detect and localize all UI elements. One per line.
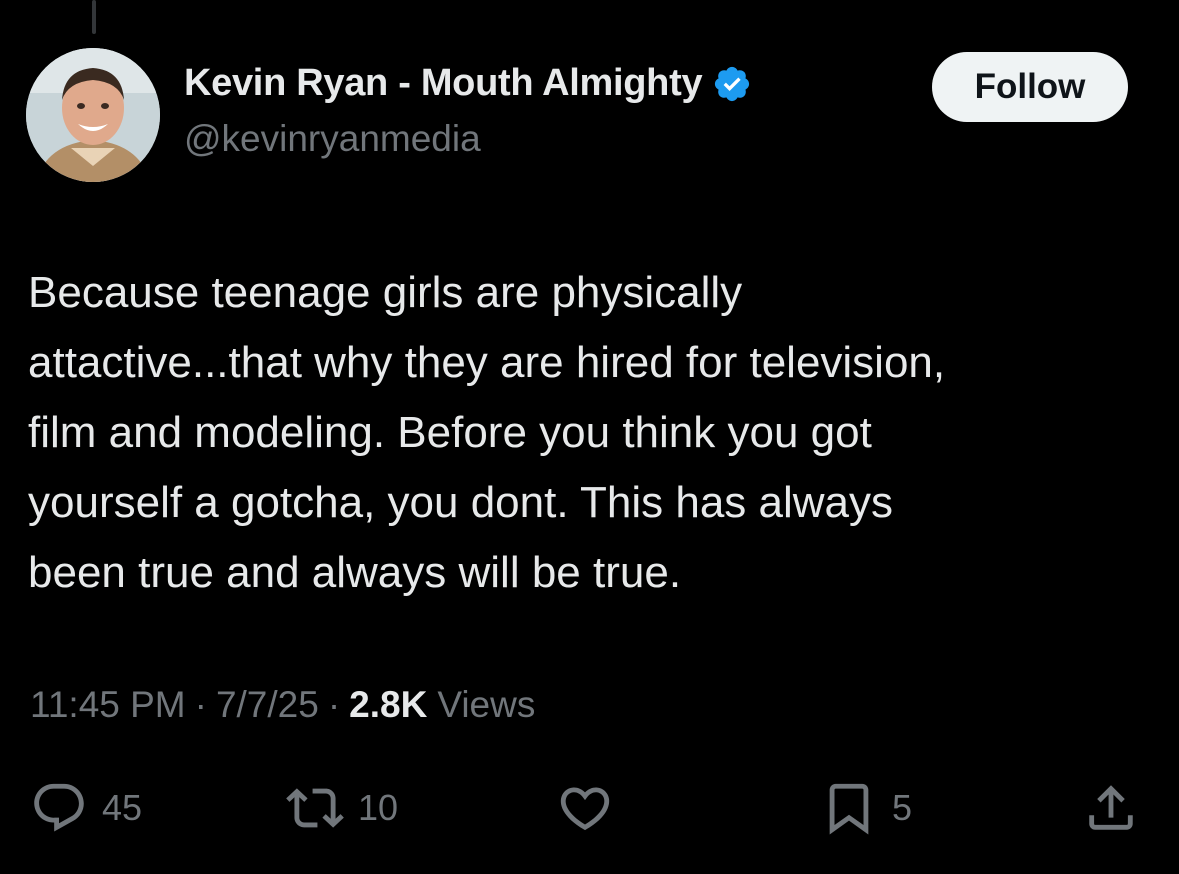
bookmark-count: 5	[892, 787, 913, 828]
tweet-date[interactable]: 7/7/25	[216, 684, 319, 726]
repost-icon	[286, 779, 344, 837]
tweet-meta: 11:45 PM · 7/7/25 · 2.8K Views	[30, 684, 535, 726]
meta-separator: ·	[327, 684, 341, 725]
share-button[interactable]	[1082, 778, 1140, 838]
meta-separator: ·	[194, 684, 207, 725]
repost-button[interactable]: 10	[286, 778, 398, 838]
avatar-image	[26, 48, 160, 182]
tweet-time[interactable]: 11:45 PM	[30, 684, 186, 726]
like-button[interactable]	[556, 778, 614, 838]
avatar[interactable]	[26, 48, 160, 182]
bookmark-button[interactable]: 5	[820, 778, 912, 838]
author-name-row: Kevin Ryan - Mouth Almighty	[184, 62, 752, 105]
share-icon	[1082, 779, 1140, 837]
heart-icon	[556, 779, 614, 837]
author-handle[interactable]: @kevinryanmedia	[184, 118, 481, 160]
bookmark-icon	[820, 779, 878, 837]
repost-count: 10	[358, 787, 399, 828]
tweet-text: Because teenage girls are physically att…	[28, 268, 946, 597]
reply-button[interactable]: 45	[30, 778, 142, 838]
views-count: 2.8K	[349, 684, 428, 725]
display-name[interactable]: Kevin Ryan - Mouth Almighty	[184, 62, 703, 105]
follow-button[interactable]: Follow	[932, 52, 1128, 122]
verified-badge-icon[interactable]	[712, 64, 752, 104]
reply-count: 45	[102, 787, 143, 828]
thread-connector-line	[92, 0, 96, 34]
reply-icon	[30, 779, 88, 837]
views-label: Views	[437, 684, 536, 725]
